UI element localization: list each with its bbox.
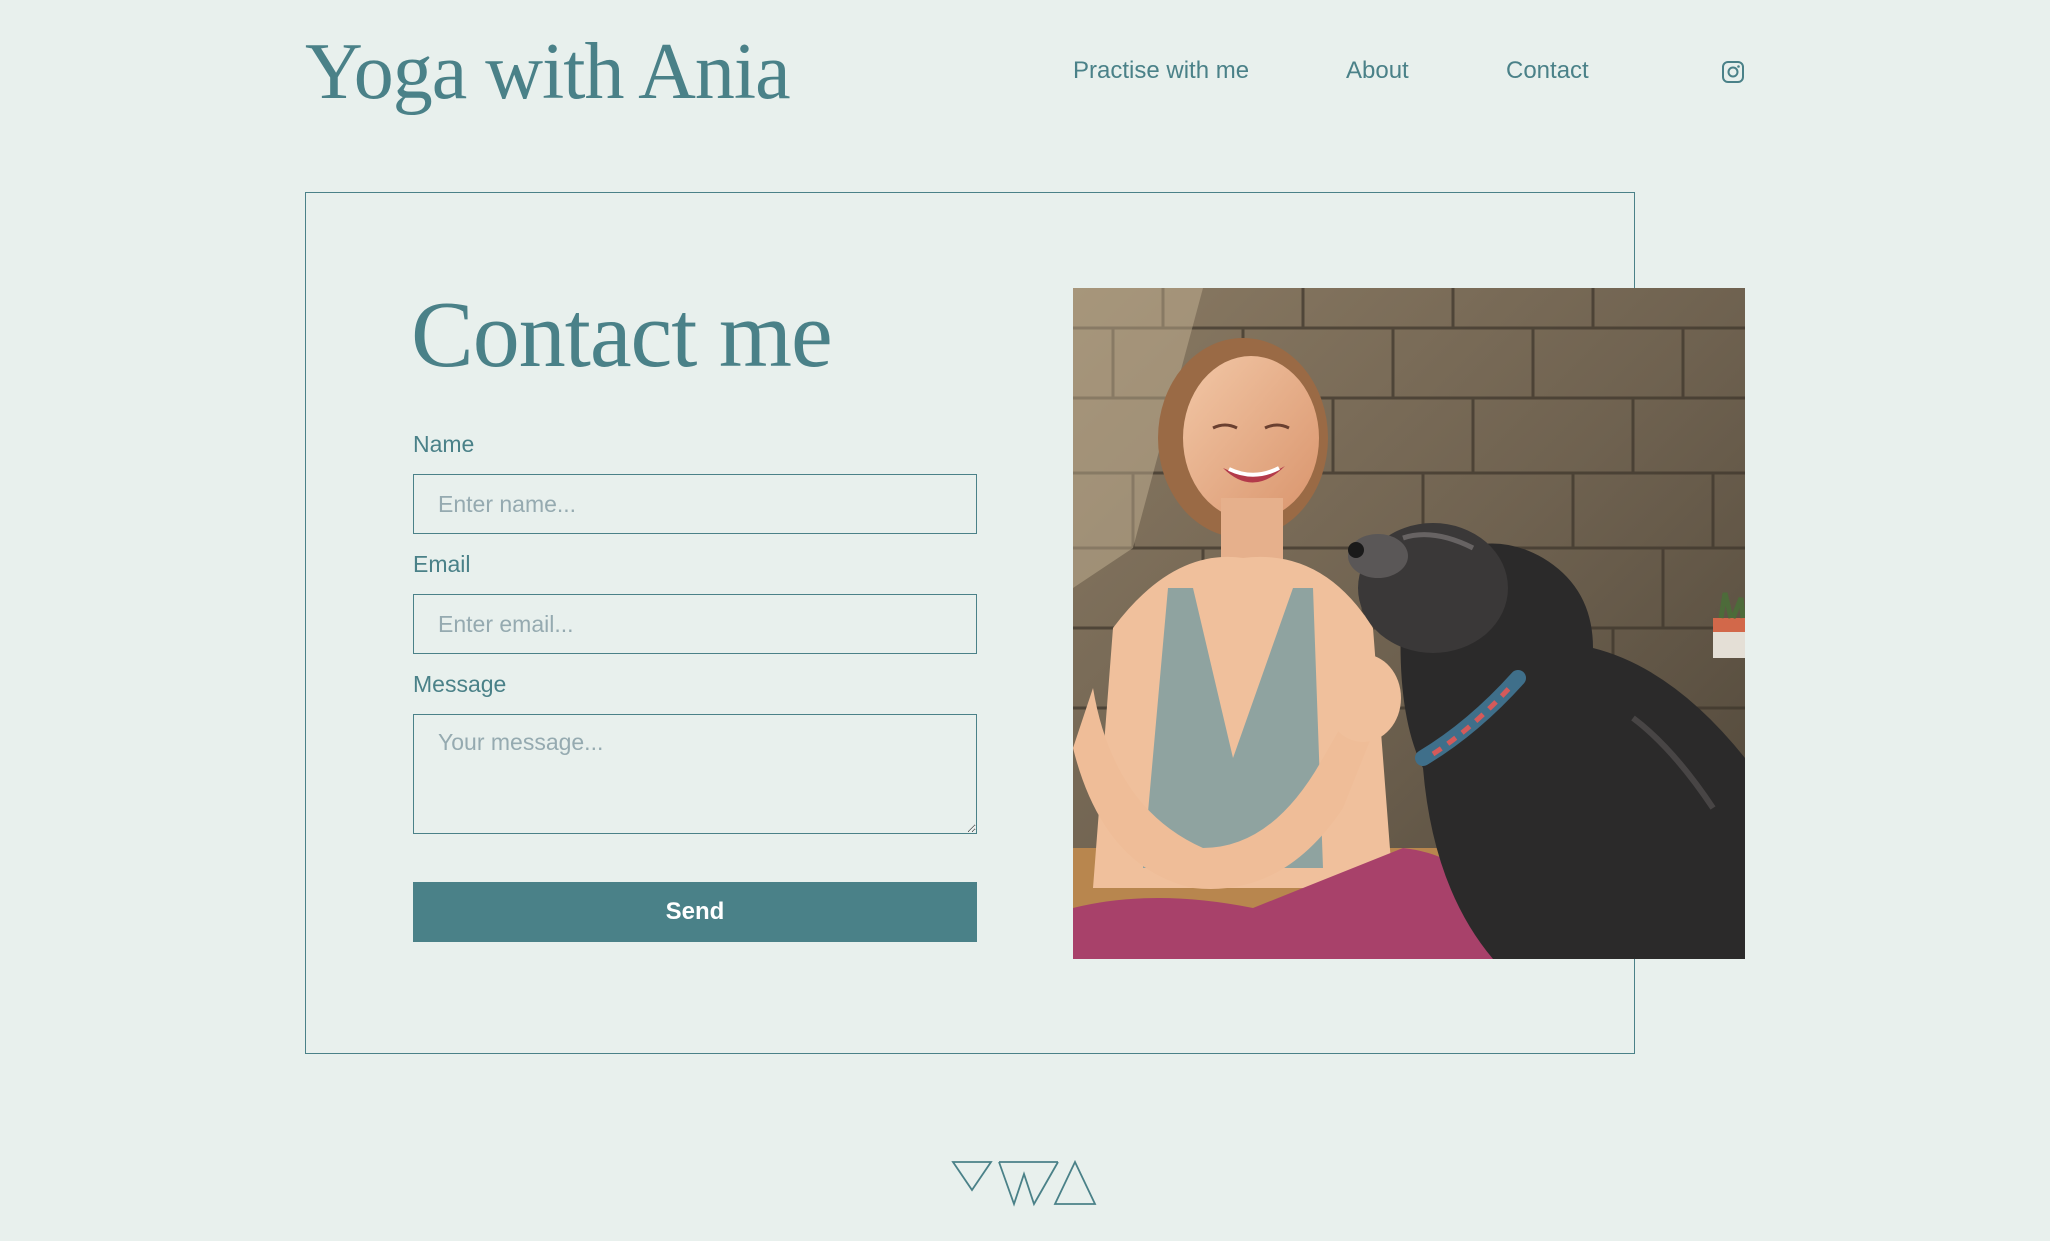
- yoga-with-ania-monogram-icon: [951, 1160, 1097, 1207]
- message-textarea[interactable]: [413, 714, 977, 834]
- nav-practise-with-me[interactable]: Practise with me: [1073, 56, 1249, 86]
- name-input[interactable]: [413, 474, 977, 534]
- email-label: Email: [413, 551, 471, 577]
- site-logo[interactable]: Yoga with Ania: [305, 24, 791, 120]
- page-title: Contact me: [411, 283, 833, 387]
- email-input[interactable]: [413, 594, 977, 654]
- nav-contact[interactable]: Contact: [1506, 56, 1589, 86]
- name-label: Name: [413, 431, 475, 457]
- instagram-icon[interactable]: [1721, 60, 1745, 84]
- message-label: Message: [413, 671, 507, 697]
- photo-woman-with-dog: [1073, 288, 1745, 959]
- nav-about[interactable]: About: [1346, 56, 1409, 86]
- send-button[interactable]: Send: [413, 882, 977, 942]
